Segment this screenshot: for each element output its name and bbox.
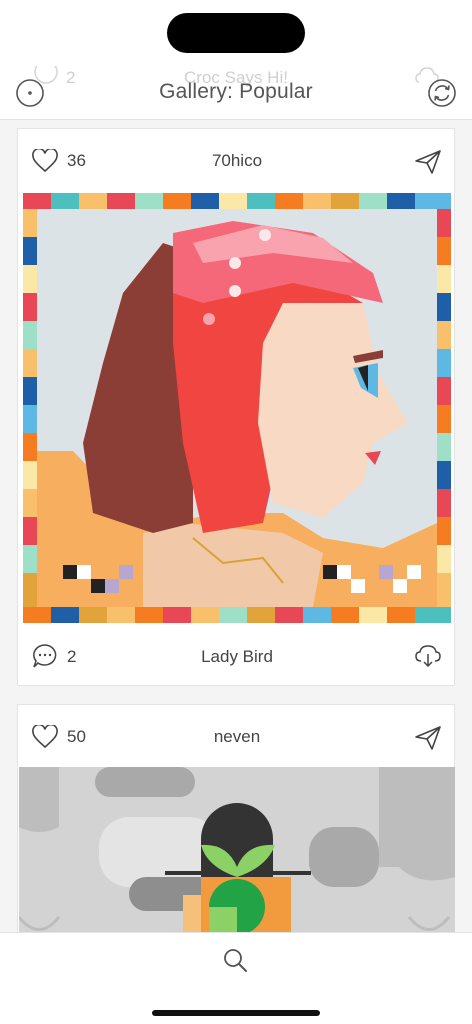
top-bar: 2 Croc Says Hi! Gallery: Popular	[0, 0, 472, 120]
card-header: 36 70hico	[18, 129, 454, 193]
dynamic-island	[167, 13, 305, 53]
card-header: 50 neven	[18, 705, 454, 769]
home-indicator[interactable]	[152, 1010, 320, 1016]
gallery-card: 36 70hico 2 Lady Bird	[17, 128, 455, 686]
author-name[interactable]: neven	[18, 727, 456, 747]
gallery-screen: 2 Croc Says Hi! Gallery: Popular 36 70hi…	[0, 0, 472, 1024]
cloud-download-icon[interactable]	[414, 643, 442, 669]
refresh-button[interactable]	[427, 78, 457, 108]
paper-plane-icon[interactable]	[414, 149, 442, 175]
paper-plane-icon[interactable]	[414, 725, 442, 751]
search-button[interactable]	[222, 947, 250, 975]
page-title: Gallery: Popular	[159, 80, 313, 103]
search-icon	[224, 949, 247, 972]
refresh-icon	[428, 79, 456, 107]
artwork-lady-bird[interactable]	[23, 193, 451, 623]
bottom-bar	[0, 932, 472, 1024]
gallery-card: 50 neven	[17, 704, 455, 965]
author-name[interactable]: 70hico	[18, 151, 456, 171]
artwork-title: Lady Bird	[201, 647, 273, 666]
card-footer: 2 Lady Bird	[18, 635, 456, 675]
